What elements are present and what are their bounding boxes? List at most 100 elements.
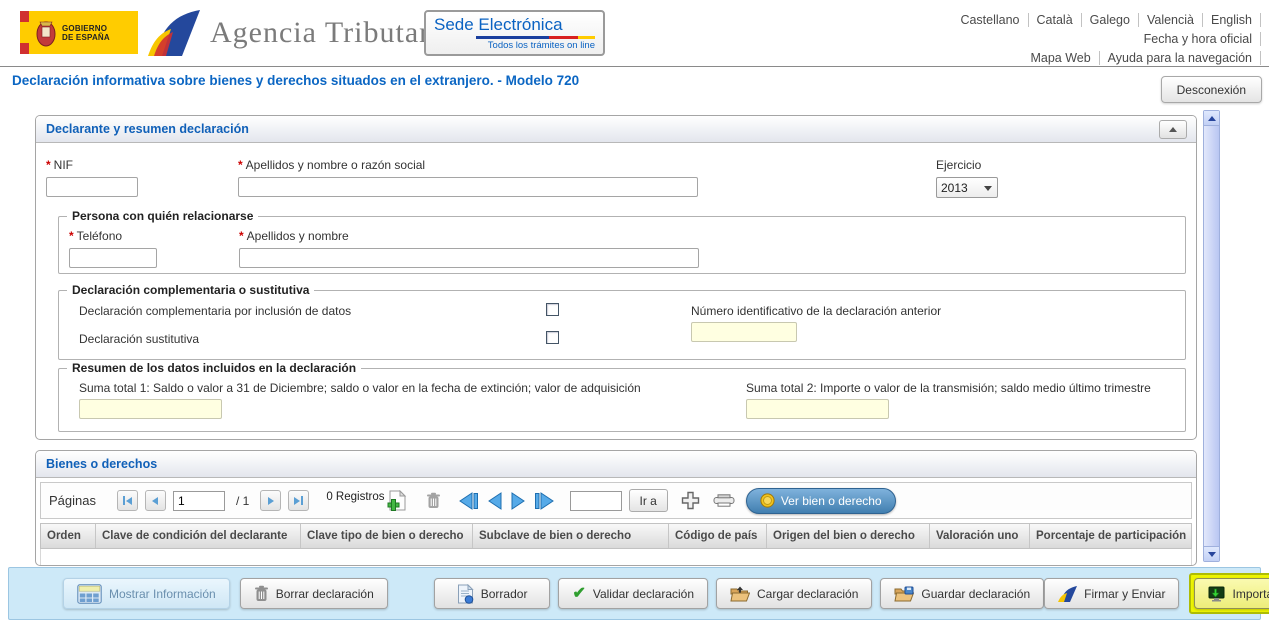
- bienes-panel-header: Bienes o derechos: [36, 451, 1196, 478]
- expand-plus-icon[interactable]: [681, 491, 700, 510]
- arrow-right-icon: [268, 497, 274, 505]
- delete-record-trash-icon[interactable]: [426, 492, 441, 509]
- separator: [1260, 32, 1261, 46]
- column-header-orden[interactable]: Orden: [41, 524, 96, 548]
- pagination-toolbar: Páginas / 1 0 Registros: [40, 482, 1192, 519]
- declarante-panel: Declarante y resumen declaración *NIF *A…: [35, 115, 1197, 440]
- open-folder-icon: [730, 586, 750, 602]
- info-window-icon: [77, 584, 102, 604]
- arrow-left-icon: [152, 497, 158, 505]
- link-fecha-y-hora[interactable]: Fecha y hora oficial: [1136, 32, 1260, 46]
- column-header-porcentaje[interactable]: Porcentaje de participación: [1030, 524, 1191, 548]
- persona-fieldset: Persona con quién relacionarse *Teléfono…: [58, 216, 1186, 274]
- spain-flag-icon: [20, 11, 29, 54]
- dropdown-arrow-icon: [984, 186, 992, 191]
- next-page-button[interactable]: [260, 490, 281, 511]
- telefono-input[interactable]: [69, 248, 157, 268]
- prev-record-button[interactable]: [486, 491, 503, 511]
- ejercicio-label: Ejercicio: [936, 158, 998, 172]
- last-page-button[interactable]: [288, 490, 309, 511]
- persona-apellidos-input[interactable]: [239, 248, 699, 268]
- lang-valencia[interactable]: Valencià: [1139, 13, 1202, 27]
- arrow-right-icon: [294, 497, 300, 505]
- required-mark: *: [69, 229, 74, 243]
- gobierno-logo-text: GOBIERNO DE ESPAÑA: [62, 24, 110, 42]
- borrador-button[interactable]: Borrador: [434, 578, 551, 609]
- column-header-codigo-pais[interactable]: Código de país: [669, 524, 767, 548]
- toolbar-right-group: Firmar y Enviar Importar Exportar: [1044, 573, 1269, 614]
- aeat-swoosh-icon: [148, 10, 200, 56]
- bienes-table-header: Orden Clave de condición del declarante …: [40, 523, 1192, 549]
- add-record-icon[interactable]: [387, 490, 407, 512]
- telefono-group: *Teléfono: [69, 229, 157, 268]
- first-page-button[interactable]: [117, 490, 138, 511]
- chevron-up-icon: [1208, 116, 1216, 121]
- language-row: Castellano Català Galego Valencià Englis…: [952, 10, 1261, 29]
- suma-total-1-input[interactable]: [79, 399, 222, 419]
- guardar-declaracion-button[interactable]: Guardar declaración: [880, 578, 1044, 609]
- scroll-down-button[interactable]: [1204, 546, 1219, 561]
- apellidos-input[interactable]: [238, 177, 698, 197]
- printer-icon[interactable]: [713, 494, 735, 507]
- separator: [1260, 51, 1261, 65]
- vertical-scrollbar[interactable]: [1203, 110, 1220, 562]
- column-header-clave-condicion[interactable]: Clave de condición del declarante: [96, 524, 301, 548]
- lang-castellano[interactable]: Castellano: [952, 13, 1027, 27]
- complementaria-checkbox[interactable]: [546, 303, 559, 316]
- suma-total-2-label: Suma total 2: Importe o valor de la tran…: [746, 381, 1151, 395]
- bienes-table-body: [40, 549, 1192, 565]
- prev-page-button[interactable]: [145, 490, 166, 511]
- suma-total-2-input[interactable]: [746, 399, 889, 419]
- borrar-declaracion-button[interactable]: Borrar declaración: [240, 578, 388, 609]
- bienes-panel: Bienes o derechos Páginas / 1 0 Registro…: [35, 450, 1197, 566]
- mostrar-informacion-button[interactable]: Mostrar Información: [63, 578, 230, 609]
- importar-label: Importar: [1232, 587, 1269, 601]
- link-ayuda-navegacion[interactable]: Ayuda para la navegación: [1100, 51, 1260, 65]
- coat-of-arms-icon: [33, 17, 59, 49]
- column-header-subclave[interactable]: Subclave de bien o derecho: [473, 524, 669, 548]
- bienes-panel-title: Bienes o derechos: [46, 457, 157, 471]
- fecha-row: Fecha y hora oficial: [952, 29, 1261, 48]
- scroll-up-button[interactable]: [1204, 111, 1219, 126]
- apellidos-group: *Apellidos y nombre o razón social: [238, 158, 698, 197]
- sustitutiva-label: Declaración sustitutiva: [79, 332, 199, 346]
- lang-catala[interactable]: Català: [1029, 13, 1081, 27]
- arrow-left-icon: [126, 497, 132, 505]
- cargar-declaracion-button[interactable]: Cargar declaración: [716, 578, 872, 609]
- page-number-input[interactable]: [173, 491, 225, 511]
- goto-button[interactable]: Ir a: [629, 489, 668, 512]
- column-header-origen[interactable]: Origen del bien o derecho: [767, 524, 930, 548]
- big-arrow-right-icon: [510, 491, 527, 511]
- column-header-clave-tipo[interactable]: Clave tipo de bien o derecho: [301, 524, 473, 548]
- lang-galego[interactable]: Galego: [1082, 13, 1138, 27]
- page-title: Declaración informativa sobre bienes y d…: [12, 73, 579, 88]
- firmar-y-enviar-button[interactable]: Firmar y Enviar: [1044, 578, 1179, 609]
- numero-identificativo-label: Número identificativo de la declaración …: [691, 304, 941, 318]
- nif-label: *NIF: [46, 158, 138, 172]
- paginas-label: Páginas: [49, 493, 96, 508]
- column-header-valoracion[interactable]: Valoración uno: [930, 524, 1030, 548]
- numero-identificativo-input[interactable]: [691, 322, 797, 342]
- first-record-button[interactable]: [458, 491, 479, 511]
- link-mapa-web[interactable]: Mapa Web: [1022, 51, 1098, 65]
- goto-record-input[interactable]: [570, 491, 622, 511]
- validar-declaracion-label: Validar declaración: [593, 587, 694, 601]
- nif-input[interactable]: [46, 177, 138, 197]
- agencia-tributaria-wordmark: Agencia Tributaria: [210, 16, 454, 50]
- last-record-button[interactable]: [534, 491, 555, 511]
- ver-bien-o-derecho-button[interactable]: Ver bien o derecho: [746, 488, 896, 514]
- validar-declaracion-button[interactable]: ✔ Validar declaración: [558, 578, 708, 609]
- sustitutiva-checkbox[interactable]: [546, 331, 559, 344]
- next-record-button[interactable]: [510, 491, 527, 511]
- apellidos-label: *Apellidos y nombre o razón social: [238, 158, 698, 172]
- disconnect-button[interactable]: Desconexión: [1161, 76, 1262, 103]
- bottom-toolbar: Mostrar Información Borrar declaración B…: [8, 567, 1261, 620]
- goto-label: Ir a: [640, 494, 657, 508]
- ejercicio-select[interactable]: 2013: [936, 177, 998, 198]
- importar-button[interactable]: Importar: [1194, 578, 1269, 609]
- collapse-panel-button[interactable]: [1159, 120, 1187, 139]
- lang-english[interactable]: English: [1203, 13, 1260, 27]
- sede-electronica-badge[interactable]: Sede Electrónica Todos los trámites on l…: [424, 10, 605, 56]
- page-total-label: / 1: [236, 494, 249, 508]
- persona-apellidos-group: *Apellidos y nombre: [239, 229, 699, 268]
